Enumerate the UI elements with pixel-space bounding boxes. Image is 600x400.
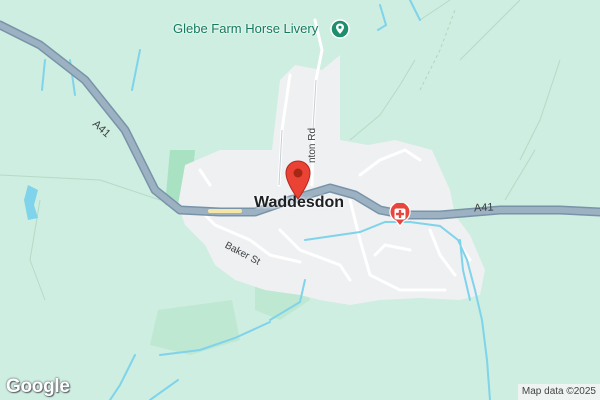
road-label-a41-east: A41 [473,201,494,215]
poi-label-horse-livery[interactable]: Glebe Farm Horse Livery [173,21,318,36]
road-label-nton-rd: nton Rd [307,127,318,163]
hospital-pin-icon[interactable] [389,201,411,227]
map-attribution[interactable]: Map data ©2025 [517,384,600,400]
map-canvas[interactable]: Glebe Farm Horse Livery Waddesdon A41 A4… [0,0,600,400]
google-logo: Google [6,376,70,397]
horse-livery-pin-icon[interactable] [330,19,350,39]
location-marker-icon[interactable] [283,160,313,200]
